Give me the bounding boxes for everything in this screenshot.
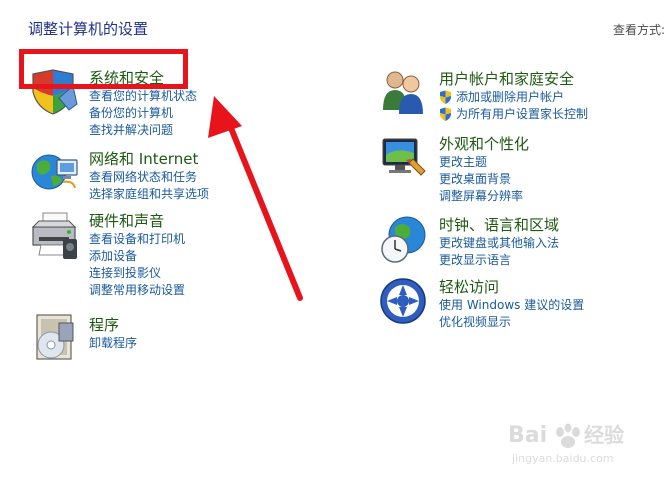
link-label: 更改显示语言 [439, 253, 512, 267]
link-label: 调整屏幕分辨率 [439, 189, 524, 203]
category-network-internet-body: 网络和 Internet 查看网络状态和任务 选择家庭组和共享选项 [89, 149, 349, 203]
link-label: 查看设备和打印机 [89, 232, 186, 246]
link-label: 查找并解决问题 [89, 123, 174, 137]
link-label: 选择家庭组和共享选项 [89, 187, 210, 201]
link-label: 查看网络状态和任务 [89, 170, 198, 184]
display-icon [382, 138, 426, 176]
link-parental-controls[interactable]: 为所有用户设置家长控制 [439, 106, 671, 123]
svg-text:Bai: Bai [508, 423, 547, 448]
link-label: 卸载程序 [89, 336, 138, 350]
link-label: 更改主题 [439, 155, 488, 169]
category-user-accounts-title[interactable]: 用户帐户和家庭安全 [439, 69, 671, 89]
category-appearance-body: 外观和个性化 更改主题 更改桌面背景 调整屏幕分辨率 [439, 134, 671, 205]
view-by-label[interactable]: 查看方式: [613, 21, 665, 38]
link-view-devices-printers[interactable]: 查看设备和打印机 [89, 231, 349, 248]
link-backup-computer[interactable]: 备份您的计算机 [89, 105, 349, 122]
link-label: 添加设备 [89, 249, 138, 263]
link-mobility-settings[interactable]: 调整常用移动设置 [89, 282, 349, 299]
red-highlight-box [19, 49, 188, 89]
link-find-fix-problems[interactable]: 查找并解决问题 [89, 122, 349, 139]
link-change-theme[interactable]: 更改主题 [439, 154, 671, 171]
users-icon [383, 71, 423, 114]
svg-text:jingyan.baidu.com: jingyan.baidu.com [511, 452, 614, 465]
category-programs-body: 程序 卸载程序 [89, 315, 349, 352]
clock-globe-icon [381, 216, 426, 263]
link-view-computer-status[interactable]: 查看您的计算机状态 [89, 88, 349, 105]
svg-text:经验: 经验 [584, 423, 624, 447]
link-label: 添加或删除用户帐户 [456, 90, 565, 104]
category-user-accounts-body: 用户帐户和家庭安全 添加或删除用户帐户 为所有用户设置家长控制 [439, 69, 671, 123]
link-label: 查看您的计算机状态 [89, 89, 198, 103]
link-add-remove-accounts[interactable]: 添加或删除用户帐户 [439, 89, 671, 106]
link-label: 更改桌面背景 [439, 172, 512, 186]
category-ease-of-access-title[interactable]: 轻松访问 [439, 277, 671, 297]
link-uninstall-program[interactable]: 卸载程序 [89, 335, 349, 352]
baidu-watermark-logo: Bai 经验 jingyan.baidu.com [508, 423, 624, 465]
link-label: 为所有用户设置家长控制 [456, 107, 589, 121]
ease-of-access-icon [380, 278, 426, 324]
link-label: 使用 Windows 建议的设置 [439, 298, 585, 312]
category-clock-region-title[interactable]: 时钟、语言和区域 [439, 215, 671, 235]
uac-shield-icon [440, 90, 451, 104]
link-change-background[interactable]: 更改桌面背景 [439, 171, 671, 188]
link-screen-resolution[interactable]: 调整屏幕分辨率 [439, 188, 671, 205]
link-view-network-status[interactable]: 查看网络状态和任务 [89, 169, 349, 186]
network-globe-icon [31, 154, 78, 190]
category-network-internet-title[interactable]: 网络和 Internet [89, 149, 349, 169]
category-ease-of-access-body: 轻松访问 使用 Windows 建议的设置 优化视频显示 [439, 277, 671, 331]
link-label: 备份您的计算机 [89, 106, 174, 120]
category-hardware-sound-title[interactable]: 硬件和声音 [89, 211, 349, 231]
link-label: 连接到投影仪 [89, 266, 162, 280]
programs-icon [36, 314, 74, 360]
category-appearance-title[interactable]: 外观和个性化 [439, 134, 671, 154]
link-homegroup-sharing[interactable]: 选择家庭组和共享选项 [89, 186, 349, 203]
uac-shield-icon [440, 107, 451, 121]
link-label: 调整常用移动设置 [89, 283, 186, 297]
category-clock-region-body: 时钟、语言和区域 更改键盘或其他输入法 更改显示语言 [439, 215, 671, 269]
link-add-device[interactable]: 添加设备 [89, 248, 349, 265]
page-title: 调整计算机的设置 [28, 20, 149, 38]
printer-icon [31, 212, 77, 259]
link-connect-projector[interactable]: 连接到投影仪 [89, 265, 349, 282]
link-change-display-language[interactable]: 更改显示语言 [439, 252, 671, 269]
category-hardware-sound-body: 硬件和声音 查看设备和打印机 添加设备 连接到投影仪 调整常用移动设置 [89, 211, 349, 299]
link-change-keyboard[interactable]: 更改键盘或其他输入法 [439, 235, 671, 252]
link-optimize-video[interactable]: 优化视频显示 [439, 314, 671, 331]
link-windows-recommended[interactable]: 使用 Windows 建议的设置 [439, 297, 671, 314]
category-programs-title[interactable]: 程序 [89, 315, 349, 335]
link-label: 更改键盘或其他输入法 [439, 236, 560, 250]
link-label: 优化视频显示 [439, 315, 512, 329]
